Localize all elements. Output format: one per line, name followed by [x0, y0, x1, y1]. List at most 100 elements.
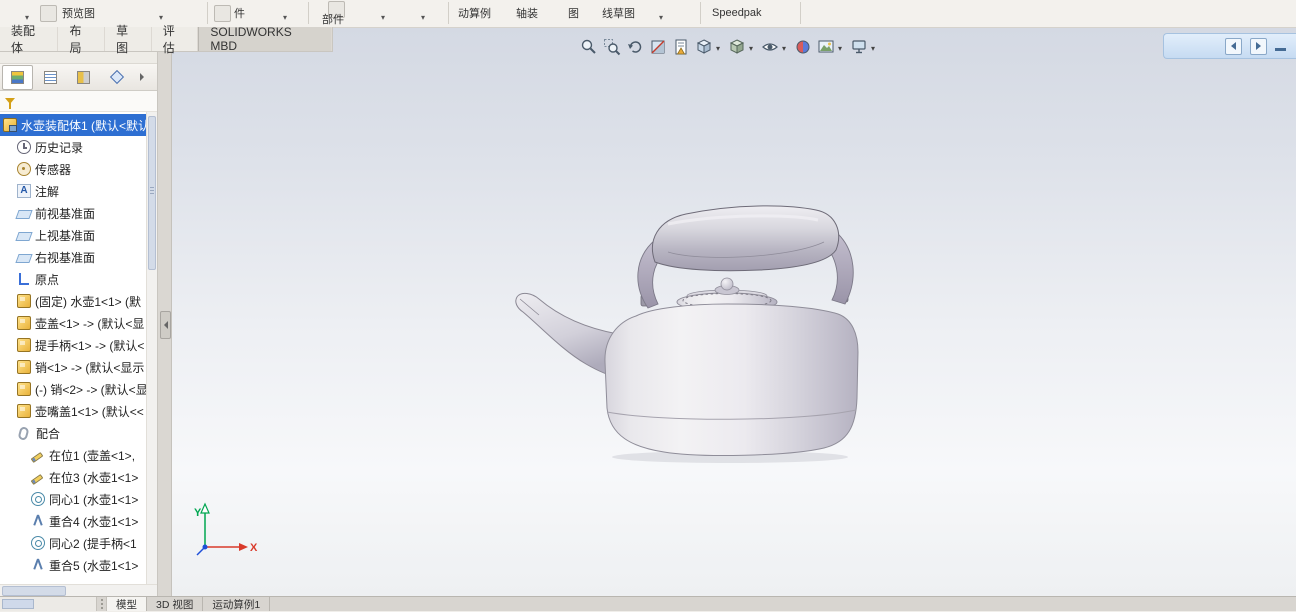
- tree-item-annotations[interactable]: A 注解: [0, 180, 146, 202]
- tab-evaluate[interactable]: 评估: [152, 24, 199, 55]
- view-orientation-icon: [696, 39, 712, 54]
- ribbon-button[interactable]: 件: [234, 0, 245, 26]
- panel-collapse-button[interactable]: [160, 311, 171, 339]
- dynamic-annotation-button[interactable]: [670, 36, 692, 58]
- tree-item-mate-coincident5[interactable]: 重合5 (水壶1<1>: [0, 554, 146, 576]
- ribbon-separator: [800, 2, 801, 24]
- tree-item-part-kettle[interactable]: (固定) 水壶1<1> (默: [0, 290, 146, 312]
- kettle-spout[interactable]: [515, 292, 621, 379]
- zoom-fit-icon: [581, 39, 596, 54]
- ribbon-button[interactable]: 图: [568, 0, 579, 26]
- tree-filter-bar[interactable]: [0, 91, 157, 112]
- scrollbar-thumb[interactable]: [2, 599, 34, 609]
- dropdown-caret-icon[interactable]: [280, 7, 290, 25]
- dropdown-caret-icon[interactable]: [713, 38, 723, 56]
- configurations-icon: [77, 70, 90, 84]
- dropdown-caret-icon[interactable]: [835, 38, 845, 56]
- minimize-button[interactable]: [1275, 47, 1286, 51]
- dropdown-caret-icon[interactable]: [779, 38, 789, 56]
- taskpane-collapse-right-button[interactable]: [1250, 37, 1267, 55]
- arrow-left-icon: [1231, 42, 1236, 50]
- tree-item-origin[interactable]: 原点: [0, 268, 146, 290]
- triad-y-label: Y: [194, 507, 202, 519]
- concentric-mate-icon: [31, 492, 45, 506]
- kettle-model[interactable]: Y X: [158, 27, 1296, 597]
- tree-item-right-plane[interactable]: 右视基准面: [0, 246, 146, 268]
- solidworks-window: 预览图 件 部件 动算例 轴装 图 线草图 Speedpak 装配体 布局 草图…: [0, 0, 1296, 611]
- tab-drag-grip[interactable]: [97, 597, 107, 611]
- kettle-body[interactable]: [604, 303, 859, 456]
- concentric-mate-icon: [31, 536, 45, 550]
- tree-item-mates-folder[interactable]: 配合: [0, 422, 146, 444]
- dropdown-caret-icon[interactable]: [656, 7, 666, 25]
- previous-view-button[interactable]: [624, 36, 646, 58]
- edit-appearance-button[interactable]: [792, 36, 814, 58]
- ribbon-button[interactable]: Speedpak: [712, 0, 762, 26]
- dropdown-caret-icon[interactable]: [868, 38, 878, 56]
- dropdown-caret-icon[interactable]: [378, 7, 388, 25]
- tree-item-part-pin1[interactable]: 销<1> -> (默认<显示: [0, 356, 146, 378]
- tree-item-front-plane[interactable]: 前视基准面: [0, 202, 146, 224]
- more-tabs-chevron[interactable]: [136, 66, 148, 89]
- view-settings-button[interactable]: [848, 36, 880, 58]
- viewport-3d[interactable]: Y X: [158, 27, 1296, 597]
- scrollbar-thumb[interactable]: [2, 586, 66, 596]
- tab-feature-manager[interactable]: [2, 64, 33, 90]
- inplace-mate-icon: [30, 452, 44, 463]
- ribbon-button-icon[interactable]: [40, 5, 57, 22]
- view-orientation-button[interactable]: [693, 36, 725, 58]
- manager-tabs: [0, 64, 157, 91]
- tab-assembly[interactable]: 装配体: [0, 24, 59, 55]
- zoom-area-button[interactable]: [601, 36, 623, 58]
- tree-item-mate-inplace3[interactable]: 在位3 (水壶1<1>: [0, 466, 146, 488]
- tree-item-part-spout-cap[interactable]: 壶嘴盖1<1> (默认<<: [0, 400, 146, 422]
- inplace-mate-icon: [30, 474, 44, 485]
- tab-dimxpert-manager[interactable]: [101, 65, 132, 90]
- tree-vertical-scrollbar[interactable]: [146, 112, 157, 584]
- tree-item-mate-concentric2[interactable]: 同心2 (提手柄<1: [0, 532, 146, 554]
- command-manager-tabs: 装配体 布局 草图 评估 SOLIDWORKS MBD: [0, 24, 333, 55]
- tab-property-manager[interactable]: [35, 65, 66, 90]
- zoom-fit-button[interactable]: [578, 36, 600, 58]
- tree-item-mate-concentric1[interactable]: 同心1 (水壶1<1>: [0, 488, 146, 510]
- ribbon-button-icon[interactable]: [214, 5, 231, 22]
- ribbon-button[interactable]: 线草图: [602, 0, 635, 26]
- tree-item-top-plane[interactable]: 上视基准面: [0, 224, 146, 246]
- tab-model[interactable]: 模型: [107, 597, 147, 611]
- section-view-button[interactable]: [647, 36, 669, 58]
- bottom-scrollbar[interactable]: [0, 597, 97, 611]
- tree-item-mate-inplace1[interactable]: 在位1 (壶盖<1>,: [0, 444, 146, 466]
- lid-knob[interactable]: [720, 277, 734, 291]
- eye-icon: [762, 43, 778, 51]
- tab-configuration-manager[interactable]: [68, 65, 99, 90]
- dropdown-caret-icon[interactable]: [418, 7, 428, 25]
- taskpane-collapse-left-button[interactable]: [1225, 37, 1242, 55]
- coincident-mate-icon: [31, 558, 45, 572]
- tree-item-sensors[interactable]: 传感器: [0, 158, 146, 180]
- tree-item-assembly-root[interactable]: 水壶装配体1 (默认<默认: [0, 114, 146, 136]
- ribbon-button[interactable]: 部件: [322, 11, 344, 26]
- part-icon: [17, 316, 31, 330]
- tree-item-part-pin2[interactable]: (-) 销<2> -> (默认<显: [0, 378, 146, 400]
- ribbon-button[interactable]: 轴装: [516, 0, 538, 26]
- tree-item-history[interactable]: 历史记录: [0, 136, 146, 158]
- part-icon: [17, 404, 31, 418]
- tab-sketch[interactable]: 草图: [105, 24, 152, 55]
- dropdown-caret-icon[interactable]: [746, 38, 756, 56]
- plane-icon: [15, 254, 33, 263]
- tree-item-part-handle[interactable]: 提手柄<1> -> (默认<: [0, 334, 146, 356]
- tab-solidworks-mbd[interactable]: SOLIDWORKS MBD: [198, 25, 332, 53]
- tab-layout[interactable]: 布局: [58, 24, 106, 55]
- assembly-icon: [3, 118, 17, 132]
- ribbon-button[interactable]: 动算例: [458, 0, 491, 26]
- tree-item-mate-coincident4[interactable]: 重合4 (水壶1<1>: [0, 510, 146, 532]
- tab-3d-views[interactable]: 3D 视图: [147, 597, 204, 611]
- hide-show-items-button[interactable]: [759, 36, 791, 58]
- tree-item-part-lid[interactable]: 壶盖<1> -> (默认<显: [0, 312, 146, 334]
- panel-splitter[interactable]: [158, 51, 172, 597]
- scrollbar-thumb[interactable]: [148, 116, 156, 270]
- apply-scene-button[interactable]: [815, 36, 847, 58]
- appearance-ball-icon: [796, 40, 810, 54]
- tab-motion-study-1[interactable]: 运动算例1: [203, 597, 271, 611]
- display-style-button[interactable]: [726, 36, 758, 58]
